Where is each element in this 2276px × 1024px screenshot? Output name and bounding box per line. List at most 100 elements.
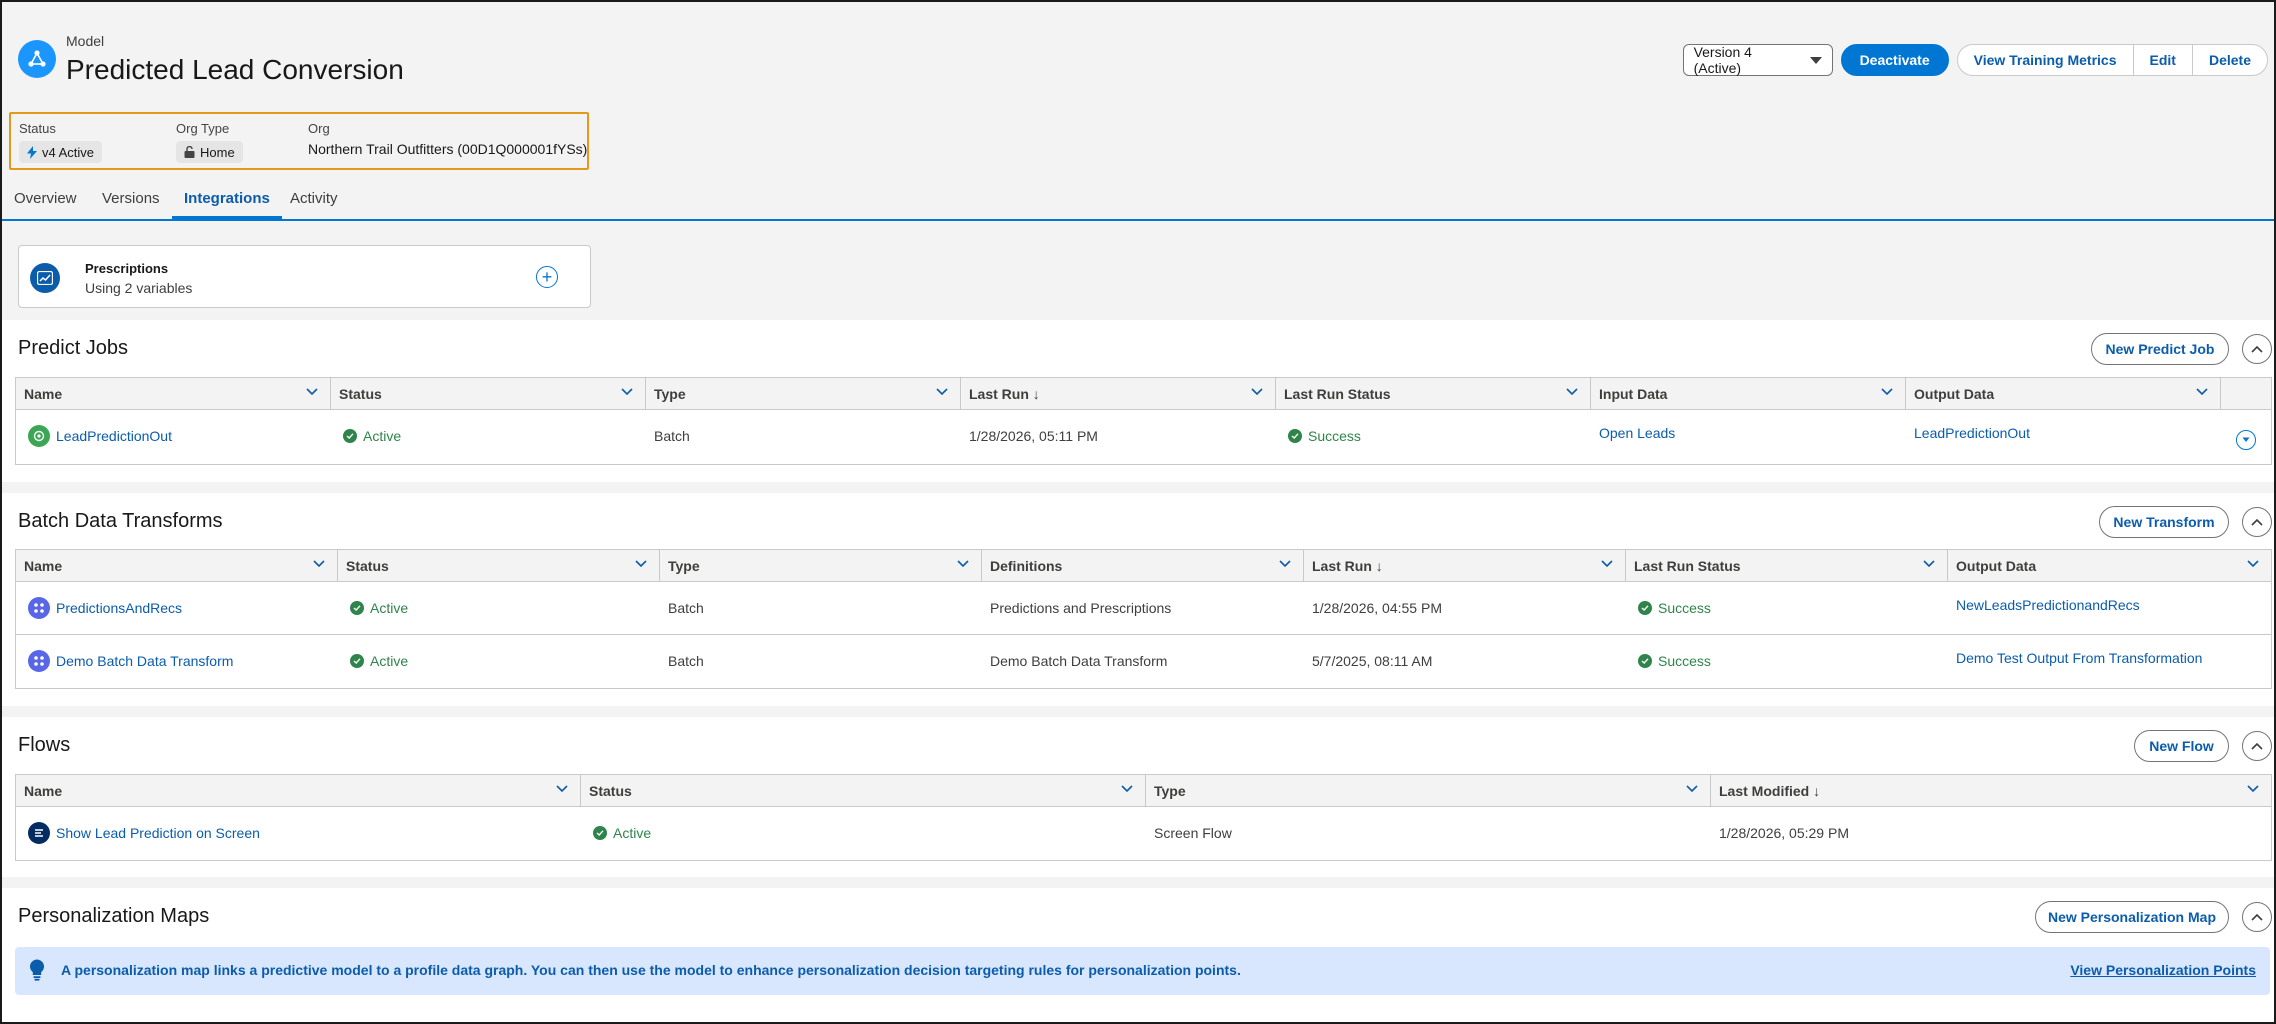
chevron-down-icon bbox=[1923, 560, 1935, 568]
column-header-name[interactable]: Name bbox=[16, 550, 338, 582]
output-data-link[interactable]: LeadPredictionOut bbox=[1914, 425, 2030, 441]
column-header-type[interactable]: Type bbox=[1146, 775, 1711, 807]
header-actions: Version 4 (Active) Deactivate View Train… bbox=[1682, 44, 2268, 76]
deactivate-button[interactable]: Deactivate bbox=[1840, 44, 1949, 76]
add-prescription-button[interactable]: + bbox=[536, 266, 558, 288]
column-header-last-run[interactable]: Last Run ↓ bbox=[961, 378, 1276, 410]
success-check-icon bbox=[350, 654, 364, 668]
flow-icon bbox=[28, 822, 50, 844]
column-header-type[interactable]: Type bbox=[646, 378, 961, 410]
prescriptions-subtitle: Using 2 variables bbox=[85, 280, 193, 296]
transform-icon bbox=[28, 650, 50, 672]
chevron-up-icon bbox=[2251, 345, 2263, 353]
prescriptions-card[interactable]: Prescriptions Using 2 variables + bbox=[18, 245, 591, 308]
chevron-down-icon bbox=[2242, 437, 2250, 442]
tab-bar: Overview Versions Integrations Activity bbox=[2, 186, 2274, 221]
chevron-up-icon bbox=[2251, 518, 2263, 526]
version-select-value: Version 4 (Active) bbox=[1693, 44, 1752, 76]
column-header-status[interactable]: Status bbox=[338, 550, 660, 582]
chevron-down-icon bbox=[2247, 785, 2259, 793]
org-type-badge-text: Home bbox=[200, 144, 235, 160]
transform-icon bbox=[28, 597, 50, 619]
column-header-definitions[interactable]: Definitions bbox=[982, 550, 1304, 582]
delete-button[interactable]: Delete bbox=[2191, 44, 2268, 76]
success-check-icon bbox=[593, 826, 607, 840]
column-header-name[interactable]: Name bbox=[16, 378, 331, 410]
chevron-down-icon bbox=[936, 388, 948, 396]
predict-job-name-link[interactable]: LeadPredictionOut bbox=[56, 428, 172, 444]
collapse-batch-transforms-button[interactable] bbox=[2242, 507, 2272, 537]
tab-integrations[interactable]: Integrations bbox=[172, 190, 282, 219]
success-check-icon bbox=[350, 601, 364, 615]
column-header-last-run[interactable]: Last Run ↓ bbox=[1304, 550, 1626, 582]
table-row: LeadPredictionOut Active Batch 1/28/2026… bbox=[16, 410, 2271, 464]
app-frame: Model Predicted Lead Conversion Version … bbox=[0, 0, 2276, 1024]
column-header-status[interactable]: Status bbox=[331, 378, 646, 410]
collapse-personalization-maps-button[interactable] bbox=[2242, 902, 2272, 932]
input-data-link[interactable]: Open Leads bbox=[1599, 425, 1675, 441]
type-cell: Batch bbox=[654, 428, 690, 444]
chevron-down-icon bbox=[313, 560, 325, 568]
new-flow-button[interactable]: New Flow bbox=[2134, 730, 2229, 762]
row-actions-button[interactable] bbox=[2236, 430, 2256, 450]
column-header-output-data[interactable]: Output Data bbox=[1948, 550, 2271, 582]
flows-title: Flows bbox=[18, 734, 71, 756]
column-header-status[interactable]: Status bbox=[581, 775, 1146, 807]
flow-name-link[interactable]: Show Lead Prediction on Screen bbox=[56, 825, 260, 841]
prescriptions-icon bbox=[30, 263, 60, 293]
column-header-type[interactable]: Type bbox=[660, 550, 982, 582]
last-run-cell: 1/28/2026, 04:55 PM bbox=[1312, 600, 1442, 616]
table-row: Show Lead Prediction on Screen Active Sc… bbox=[16, 807, 2271, 860]
tab-versions[interactable]: Versions bbox=[102, 190, 160, 219]
output-data-link[interactable]: Demo Test Output From Transformation bbox=[1956, 650, 2202, 666]
transform-name-link[interactable]: PredictionsAndRecs bbox=[56, 600, 182, 616]
chevron-down-icon bbox=[1809, 57, 1822, 64]
version-select[interactable]: Version 4 (Active) bbox=[1682, 44, 1833, 76]
tab-activity[interactable]: Activity bbox=[290, 190, 338, 219]
table-header: Name Status Type Last Run ↓ Last Run Sta… bbox=[16, 378, 2271, 410]
last-run-status-cell: Success bbox=[1638, 653, 1711, 669]
transform-name-link[interactable]: Demo Batch Data Transform bbox=[56, 653, 233, 669]
last-run-status-text: Success bbox=[1658, 653, 1711, 669]
output-data-link[interactable]: NewLeadsPredictionandRecs bbox=[1956, 597, 2140, 613]
bolt-icon bbox=[27, 145, 37, 159]
predict-job-icon bbox=[28, 425, 50, 447]
flows-table: Name Status Type Last Modified ↓ Show Le… bbox=[15, 774, 2272, 861]
status-text: Active bbox=[370, 600, 409, 616]
model-icon bbox=[18, 40, 56, 78]
predict-jobs-section: Predict Jobs New Predict Job Name Status… bbox=[2, 320, 2274, 482]
status-cell: Active bbox=[593, 825, 651, 841]
chevron-down-icon bbox=[1601, 560, 1613, 568]
name-cell: Demo Batch Data Transform bbox=[28, 650, 233, 672]
org-type-label: Org Type bbox=[176, 121, 230, 136]
column-header-last-run-status[interactable]: Last Run Status bbox=[1626, 550, 1948, 582]
view-personalization-points-link[interactable]: View Personalization Points bbox=[2070, 962, 2256, 978]
new-transform-button[interactable]: New Transform bbox=[2099, 506, 2229, 538]
last-run-cell: 5/7/2025, 08:11 AM bbox=[1312, 653, 1433, 669]
prescriptions-title: Prescriptions bbox=[85, 261, 169, 276]
new-personalization-map-button[interactable]: New Personalization Map bbox=[2035, 901, 2229, 933]
flows-section: Flows New Flow Name Status Type Last Mod… bbox=[2, 717, 2274, 877]
last-modified-cell: 1/28/2026, 05:29 PM bbox=[1719, 825, 1849, 841]
column-header-name[interactable]: Name bbox=[16, 775, 581, 807]
status-text: Active bbox=[613, 825, 652, 841]
success-check-icon bbox=[343, 429, 357, 443]
new-predict-job-button[interactable]: New Predict Job bbox=[2091, 333, 2229, 365]
table-row: PredictionsAndRecs Active Batch Predicti… bbox=[16, 582, 2271, 635]
edit-button[interactable]: Edit bbox=[2132, 44, 2193, 76]
collapse-predict-jobs-button[interactable] bbox=[2242, 334, 2272, 364]
chevron-up-icon bbox=[2251, 913, 2263, 921]
column-header-last-run-status[interactable]: Last Run Status bbox=[1276, 378, 1591, 410]
lightbulb-icon bbox=[29, 959, 45, 981]
collapse-flows-button[interactable] bbox=[2242, 731, 2272, 761]
chevron-down-icon bbox=[2196, 388, 2208, 396]
table-header: Name Status Type Definitions Last Run ↓ … bbox=[16, 550, 2271, 582]
column-header-output-data[interactable]: Output Data bbox=[1906, 378, 2221, 410]
personalization-info-banner: A personalization map links a predictive… bbox=[15, 947, 2270, 995]
column-header-last-modified[interactable]: Last Modified ↓ bbox=[1711, 775, 2271, 807]
column-header-input-data[interactable]: Input Data bbox=[1591, 378, 1906, 410]
view-training-metrics-button[interactable]: View Training Metrics bbox=[1956, 44, 2134, 76]
tab-overview[interactable]: Overview bbox=[14, 190, 77, 219]
page-title: Predicted Lead Conversion bbox=[66, 54, 404, 85]
batch-data-transforms-section: Batch Data Transforms New Transform Name… bbox=[2, 493, 2274, 706]
